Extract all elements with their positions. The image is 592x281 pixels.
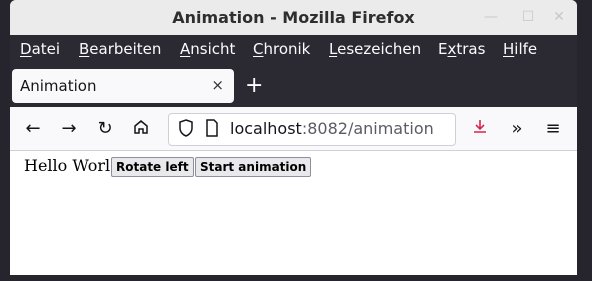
title-bar[interactable]: Animation - Mozilla Firefox — ☐ ✕	[10, 0, 577, 35]
navigation-toolbar: ← → ↻ localhost:8082/animation » ≡	[10, 107, 577, 151]
back-icon[interactable]: ←	[22, 118, 44, 140]
url-bar[interactable]: localhost:8082/animation	[168, 113, 456, 146]
maximize-icon[interactable]: ☐	[520, 9, 536, 25]
menu-bearbeiten[interactable]: Bearbeiten	[79, 40, 161, 58]
url-text[interactable]: localhost:8082/animation	[230, 119, 434, 138]
page-info-icon[interactable]	[205, 119, 219, 141]
close-window-icon[interactable]: ✕	[551, 9, 567, 25]
page-content: Hello World! Rotate left Start animation	[10, 151, 577, 275]
tab-strip: Animation × +	[10, 65, 577, 107]
app-menu-icon[interactable]: ≡	[542, 118, 564, 140]
menu-hilfe[interactable]: Hilfe	[503, 40, 537, 58]
downloads-icon[interactable]	[469, 118, 491, 140]
menu-bar: Datei Bearbeiten Ansicht Chronik Lesezei…	[10, 35, 577, 65]
tab-label: Animation	[20, 77, 97, 95]
menu-lesezeichen[interactable]: Lesezeichen	[329, 40, 421, 58]
start-animation-button[interactable]: Start animation	[195, 157, 312, 177]
reload-icon[interactable]: ↻	[94, 118, 116, 140]
tab-animation[interactable]: Animation ×	[12, 69, 234, 103]
tracking-protection-shield-icon[interactable]	[178, 119, 194, 141]
menu-extras[interactable]: Extras	[438, 40, 485, 58]
menu-ansicht[interactable]: Ansicht	[180, 40, 235, 58]
forward-icon[interactable]: →	[58, 118, 80, 140]
tab-close-icon[interactable]: ×	[211, 76, 224, 94]
menu-datei[interactable]: Datei	[20, 40, 60, 58]
rotate-left-button[interactable]: Rotate left	[111, 157, 194, 177]
menu-chronik[interactable]: Chronik	[253, 40, 310, 58]
home-icon[interactable]	[130, 118, 152, 140]
new-tab-icon[interactable]: +	[245, 73, 263, 98]
overflow-menu-icon[interactable]: »	[506, 118, 528, 140]
browser-window: Animation - Mozilla Firefox — ☐ ✕ Datei …	[10, 0, 577, 275]
minimize-icon[interactable]: —	[483, 9, 499, 25]
